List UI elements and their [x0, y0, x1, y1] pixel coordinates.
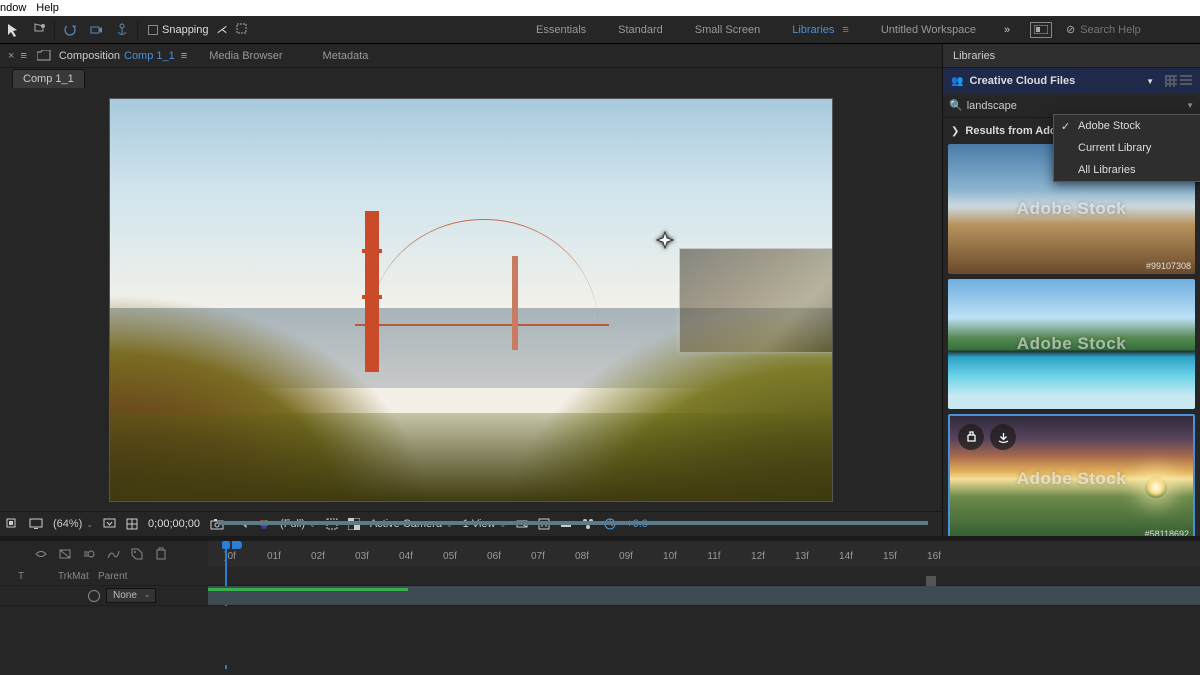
display-icon[interactable] — [29, 518, 43, 530]
menu-icon: ≡ — [842, 24, 848, 36]
grid-icon[interactable] — [126, 518, 138, 530]
menu-window[interactable]: ndow — [0, 2, 26, 14]
dropdown-item-current-library[interactable]: Current Library — [1054, 137, 1200, 159]
marker-bin-icon[interactable] — [150, 543, 172, 565]
panel-menu-icon[interactable]: ≡ — [20, 50, 26, 62]
composition-label: Composition — [59, 50, 120, 62]
workspace-small-screen[interactable]: Small Screen — [679, 16, 776, 43]
parent-dropdown[interactable]: None — [106, 588, 156, 603]
hand-tool-icon[interactable] — [26, 17, 52, 43]
help-search-input[interactable] — [1080, 24, 1180, 36]
search-icon: 🔍 — [949, 99, 963, 112]
libraries-search-input[interactable] — [967, 100, 1186, 112]
comp-menu-icon[interactable]: ≡ — [181, 50, 187, 62]
pickwhip-icon[interactable] — [88, 590, 100, 602]
dragged-asset-preview — [679, 248, 833, 353]
zoom-level[interactable]: (64%)⌄ — [53, 518, 93, 530]
composition-canvas[interactable] — [109, 98, 833, 502]
camera-tool-icon[interactable] — [83, 17, 109, 43]
layer-row[interactable]: None — [0, 585, 1200, 605]
anchor-tool-icon[interactable] — [109, 17, 135, 43]
help-search[interactable]: ⊘ — [1060, 23, 1200, 36]
workspace-overflow-icon[interactable]: » — [992, 24, 1022, 36]
creative-cloud-icon: 👥 — [951, 76, 963, 87]
motion-blur-icon[interactable] — [78, 543, 100, 565]
download-icon[interactable] — [990, 424, 1016, 450]
graph-editor-icon[interactable] — [102, 543, 124, 565]
tab-metadata[interactable]: Metadata — [323, 50, 369, 62]
composition-viewer[interactable] — [0, 88, 942, 511]
res-down-icon[interactable] — [103, 518, 116, 530]
work-area-bar[interactable] — [218, 521, 928, 525]
license-icon[interactable] — [958, 424, 984, 450]
app-toolbar: Snapping ⋌ Essentials Standard Small Scr… — [0, 16, 1200, 44]
libraries-section-header[interactable]: 👥 Creative Cloud Files ▼ — [943, 68, 1200, 94]
menu-help[interactable]: Help — [36, 2, 59, 14]
frame-blend-icon[interactable] — [54, 543, 76, 565]
comp-folder-icon — [35, 49, 53, 63]
checkbox-icon — [148, 25, 158, 35]
workspace-untitled[interactable]: Untitled Workspace — [865, 16, 992, 43]
stock-result-3[interactable]: Adobe Stock #58118692 — [948, 414, 1195, 536]
results-header[interactable]: ❯ Results from Adobe Adobe Stock Current… — [943, 118, 1200, 144]
rotate-tool-icon[interactable] — [57, 17, 83, 43]
workspace-essentials[interactable]: Essentials — [520, 16, 602, 43]
timeline-ruler[interactable]: )0f01f02f03f04f05f06f07f08f09f10f11f12f1… — [208, 541, 1200, 567]
comp-panel-header: × ≡ Composition Comp 1_1 ≡ Media Browser… — [0, 44, 942, 68]
stock-result-2[interactable]: Adobe Stock — [948, 279, 1195, 409]
timecode[interactable]: 0;00;00;00 — [148, 518, 200, 530]
magnify-icon[interactable] — [6, 518, 19, 531]
snap-magnet-icon[interactable]: ⋌ — [217, 23, 228, 36]
column-t[interactable]: T — [18, 571, 58, 582]
dropdown-item-adobe-stock[interactable]: Adobe Stock — [1054, 115, 1200, 137]
cached-region — [208, 588, 408, 591]
os-menubar: ndow Help — [0, 0, 1200, 16]
workspace-reset-icon[interactable] — [1030, 22, 1052, 38]
timeline-panel: )0f01f02f03f04f05f06f07f08f09f10f11f12f1… — [0, 536, 1200, 675]
tag-icon[interactable] — [126, 543, 148, 565]
grid-view-icon[interactable] — [1165, 75, 1177, 87]
stock-results-list: Adobe Stock #99107308 Adobe Stock Adobe … — [943, 144, 1200, 536]
list-view-icon[interactable] — [1180, 75, 1192, 87]
composition-name[interactable]: Comp 1_1 — [124, 50, 175, 62]
close-panel-icon[interactable]: × — [8, 50, 14, 62]
playhead[interactable] — [218, 541, 234, 567]
dropdown-item-all-libraries[interactable]: All Libraries — [1054, 159, 1200, 181]
column-trkmat[interactable]: TrkMat — [58, 571, 98, 582]
snapping-toggle[interactable]: Snapping ⋌ — [148, 23, 247, 37]
chevron-down-icon[interactable]: ▼ — [1146, 77, 1154, 86]
drop-cursor-icon — [655, 230, 675, 250]
snap-bounds-icon[interactable] — [236, 23, 247, 37]
comp-tab[interactable]: Comp 1_1 — [12, 69, 85, 88]
selection-tool-icon[interactable] — [0, 17, 26, 43]
search-filter-chevron-icon[interactable]: ▼ — [1186, 101, 1194, 110]
column-parent[interactable]: Parent — [98, 571, 154, 582]
shy-icon[interactable] — [30, 543, 52, 565]
search-scope-dropdown: Adobe Stock Current Library All Librarie… — [1053, 114, 1200, 182]
workspace-libraries[interactable]: Libraries≡ — [776, 16, 865, 43]
workspace-standard[interactable]: Standard — [602, 16, 679, 43]
libraries-panel-title: Libraries — [943, 44, 1200, 68]
tab-media-browser[interactable]: Media Browser — [209, 50, 282, 62]
search-icon: ⊘ — [1066, 23, 1075, 36]
chevron-right-icon: ❯ — [951, 126, 959, 137]
